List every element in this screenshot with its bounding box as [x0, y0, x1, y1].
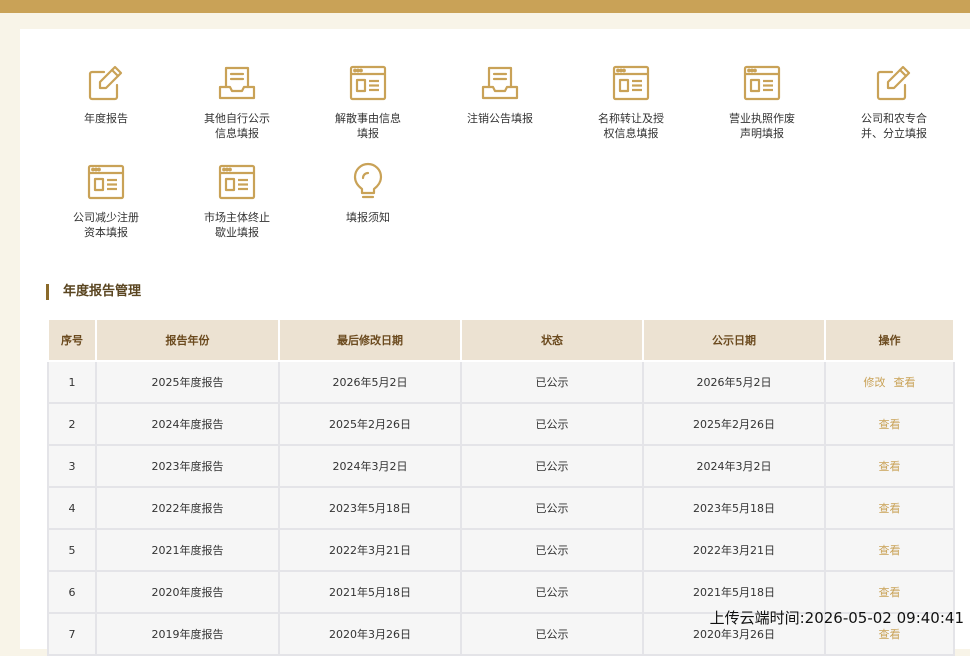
- service-tile-label: 年度报告: [84, 112, 128, 125]
- actions-cell: 查看: [824, 444, 955, 488]
- view-link[interactable]: 查看: [879, 460, 901, 473]
- report-year-cell: 2024年度报告: [95, 402, 280, 446]
- service-tile[interactable]: 填报须知: [313, 162, 423, 225]
- service-tile[interactable]: 解散事由信息 填报: [313, 63, 423, 141]
- service-tile-label: 名称转让及授 权信息填报: [598, 112, 664, 140]
- status-cell: 已公示: [460, 528, 644, 572]
- lightbulb-icon: [348, 162, 388, 202]
- service-tile-label: 注销公告填报: [467, 112, 533, 125]
- service-tile[interactable]: 市场主体终止 歇业填报: [182, 162, 292, 240]
- report-year-cell: 2020年度报告: [95, 570, 280, 614]
- service-tile-label: 市场主体终止 歇业填报: [204, 211, 270, 239]
- service-tile-label: 公司和农专合 并、分立填报: [861, 112, 927, 140]
- document-tray-icon: [217, 63, 257, 103]
- edit-form-icon: [874, 63, 914, 103]
- row-number-cell: 2: [47, 402, 97, 446]
- column-header-modified: 最后修改日期: [278, 318, 462, 362]
- service-tile[interactable]: 名称转让及授 权信息填报: [576, 63, 686, 141]
- status-cell: 已公示: [460, 444, 644, 488]
- row-number-cell: 3: [47, 444, 97, 488]
- row-number-cell: 5: [47, 528, 97, 572]
- view-link[interactable]: 查看: [879, 586, 901, 599]
- modified-date-cell: 2024年3月2日: [278, 444, 462, 488]
- row-number-cell: 1: [47, 360, 97, 404]
- table-header-row: 序号 报告年份 最后修改日期 状态 公示日期 操作: [47, 318, 955, 362]
- report-year-cell: 2021年度报告: [95, 528, 280, 572]
- edit-form-icon: [86, 63, 126, 103]
- table-row: 5 2021年度报告 2022年3月21日 已公示 2022年3月21日 查看: [47, 528, 955, 572]
- browser-card-icon: [611, 63, 651, 103]
- top-bar: [0, 0, 970, 13]
- modified-date-cell: 2023年5月18日: [278, 486, 462, 530]
- edit-link[interactable]: 修改: [864, 376, 886, 389]
- modified-date-cell: 2025年2月26日: [278, 402, 462, 446]
- table-row: 4 2022年度报告 2023年5月18日 已公示 2023年5月18日 查看: [47, 486, 955, 530]
- published-date-cell: 2022年3月21日: [642, 528, 826, 572]
- report-year-cell: 2019年度报告: [95, 612, 280, 656]
- view-link[interactable]: 查看: [879, 628, 901, 641]
- modified-date-cell: 2022年3月21日: [278, 528, 462, 572]
- service-tile[interactable]: 公司减少注册 资本填报: [51, 162, 161, 240]
- service-tile-label: 营业执照作废 声明填报: [729, 112, 795, 140]
- service-tile[interactable]: 公司和农专合 并、分立填报: [839, 63, 949, 141]
- column-header-status: 状态: [460, 318, 644, 362]
- row-number-cell: 6: [47, 570, 97, 614]
- row-number-cell: 4: [47, 486, 97, 530]
- browser-card-icon: [217, 162, 257, 202]
- service-tile[interactable]: 营业执照作废 声明填报: [707, 63, 817, 141]
- view-link[interactable]: 查看: [879, 502, 901, 515]
- section-title: 年度报告管理: [46, 284, 141, 300]
- table-row: 2 2024年度报告 2025年2月26日 已公示 2025年2月26日 查看: [47, 402, 955, 446]
- modified-date-cell: 2026年5月2日: [278, 360, 462, 404]
- column-header-published: 公示日期: [642, 318, 826, 362]
- published-date-cell: 2023年5月18日: [642, 486, 826, 530]
- service-tile[interactable]: 注销公告填报: [445, 63, 555, 126]
- actions-cell: 查看: [824, 486, 955, 530]
- actions-cell: 查看: [824, 528, 955, 572]
- report-year-cell: 2022年度报告: [95, 486, 280, 530]
- modified-date-cell: 2020年3月26日: [278, 612, 462, 656]
- service-tile-label: 公司减少注册 资本填报: [73, 211, 139, 239]
- actions-cell: 修改 查看: [824, 360, 955, 404]
- document-tray-icon: [480, 63, 520, 103]
- upload-time-watermark: 上传云端时间:2026-05-02 09:40:41: [709, 609, 964, 627]
- service-tile-label: 填报须知: [346, 211, 390, 224]
- service-tile[interactable]: 年度报告: [51, 63, 161, 126]
- view-link[interactable]: 查看: [879, 544, 901, 557]
- published-date-cell: 2025年2月26日: [642, 402, 826, 446]
- status-cell: 已公示: [460, 486, 644, 530]
- column-header-actions: 操作: [824, 318, 955, 362]
- annual-report-table: 序号 报告年份 最后修改日期 状态 公示日期 操作 1 2025年度报告 2026年…: [47, 318, 955, 656]
- column-header-year: 报告年份: [95, 318, 280, 362]
- browser-card-icon: [86, 162, 126, 202]
- browser-card-icon: [348, 63, 388, 103]
- status-cell: 已公示: [460, 360, 644, 404]
- service-tile-label: 解散事由信息 填报: [335, 112, 401, 140]
- report-year-cell: 2023年度报告: [95, 444, 280, 488]
- published-date-cell: 2024年3月2日: [642, 444, 826, 488]
- browser-card-icon: [742, 63, 782, 103]
- row-number-cell: 7: [47, 612, 97, 656]
- service-tile[interactable]: 其他自行公示 信息填报: [182, 63, 292, 141]
- modified-date-cell: 2021年5月18日: [278, 570, 462, 614]
- status-cell: 已公示: [460, 570, 644, 614]
- table-row: 3 2023年度报告 2024年3月2日 已公示 2024年3月2日 查看: [47, 444, 955, 488]
- status-cell: 已公示: [460, 612, 644, 656]
- view-link[interactable]: 查看: [894, 376, 916, 389]
- service-tile-label: 其他自行公示 信息填报: [204, 112, 270, 140]
- view-link[interactable]: 查看: [879, 418, 901, 431]
- status-cell: 已公示: [460, 402, 644, 446]
- actions-cell: 查看: [824, 402, 955, 446]
- report-year-cell: 2025年度报告: [95, 360, 280, 404]
- published-date-cell: 2026年5月2日: [642, 360, 826, 404]
- column-header-no: 序号: [47, 318, 97, 362]
- table-row: 1 2025年度报告 2026年5月2日 已公示 2026年5月2日 修改 查看: [47, 360, 955, 404]
